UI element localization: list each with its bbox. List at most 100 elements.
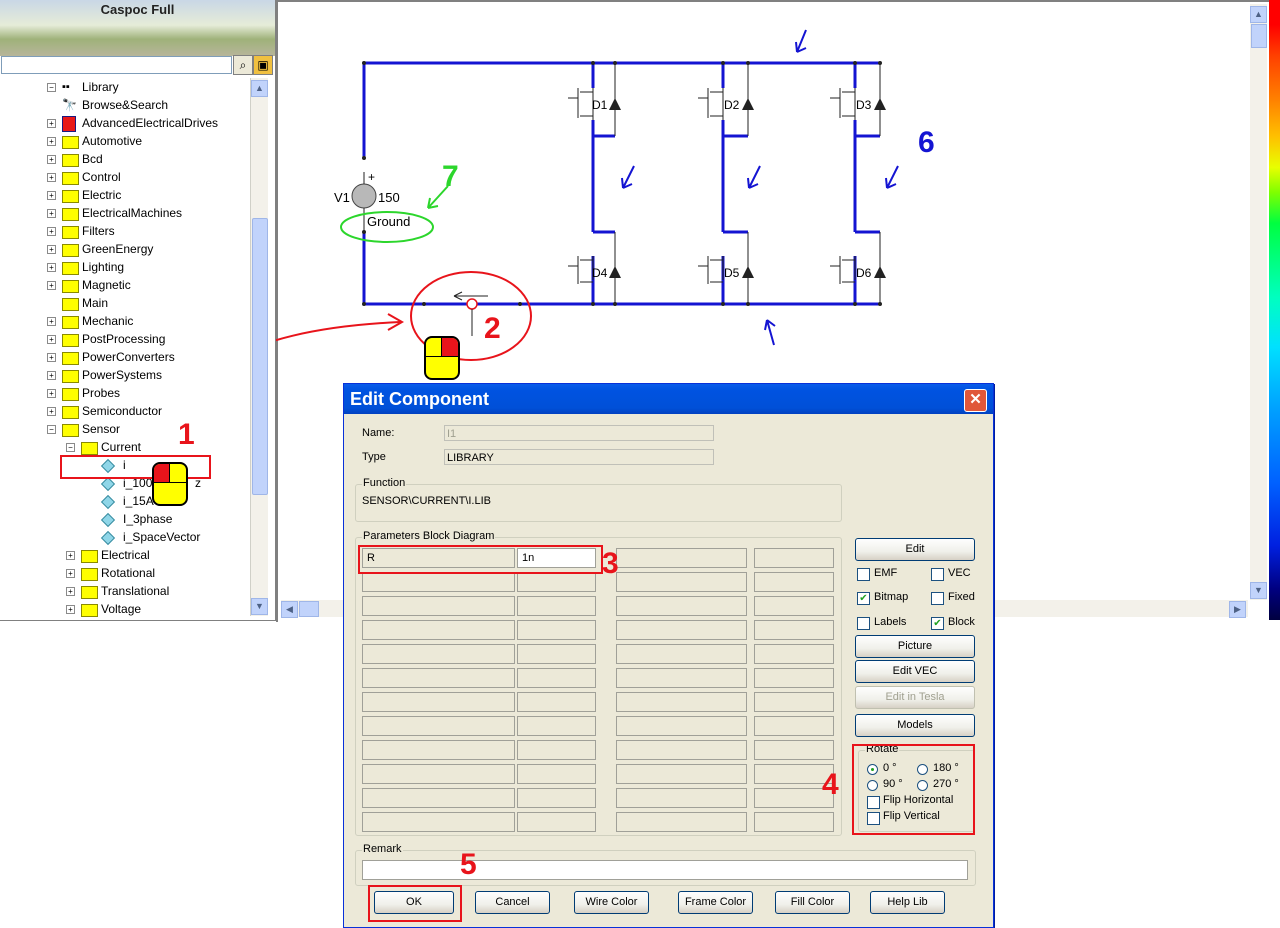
tree-item[interactable]: − ▪▪ Library (0, 78, 250, 96)
param-empty-cell[interactable] (517, 788, 596, 808)
tree-item[interactable]: − Sensor (0, 420, 250, 438)
param-empty-cell[interactable] (754, 740, 834, 760)
vec-checkbox[interactable] (931, 568, 944, 581)
library-search-input[interactable] (1, 56, 232, 74)
tree-item[interactable]: + Magnetic (0, 276, 250, 294)
param-empty-cell[interactable] (754, 668, 834, 688)
expand-toggle-icon[interactable]: − (66, 443, 75, 452)
tree-item[interactable]: I_3phase (0, 510, 250, 528)
scroll-thumb[interactable] (252, 218, 268, 495)
expand-toggle-icon[interactable]: + (66, 605, 75, 614)
param-empty-cell[interactable] (616, 620, 747, 640)
param-empty-cell[interactable] (754, 692, 834, 712)
scroll-down-icon[interactable]: ▼ (251, 598, 268, 615)
param-empty-cell[interactable] (754, 812, 834, 832)
param-empty-cell[interactable] (616, 740, 747, 760)
param-empty-cell[interactable] (362, 572, 515, 592)
tree-item[interactable]: + Probes (0, 384, 250, 402)
param-empty-cell[interactable] (616, 572, 747, 592)
param-empty-cell[interactable] (362, 596, 515, 616)
tree-item[interactable]: + Lighting (0, 258, 250, 276)
param-empty-cell[interactable] (517, 668, 596, 688)
picture-button[interactable]: Picture (855, 635, 975, 658)
expand-toggle-icon[interactable]: + (47, 227, 56, 236)
param-empty-cell[interactable] (362, 692, 515, 712)
param-empty-cell[interactable] (517, 740, 596, 760)
fill-color-button[interactable]: Fill Color (775, 891, 850, 914)
tree-item[interactable]: − Current (0, 438, 250, 456)
tree-item[interactable]: + Bcd (0, 150, 250, 168)
expand-toggle-icon[interactable]: + (47, 371, 56, 380)
tree-item[interactable]: i_15A (0, 492, 250, 510)
help-lib-button[interactable]: Help Lib (870, 891, 945, 914)
expand-toggle-icon[interactable]: + (66, 551, 75, 560)
remark-input[interactable] (362, 860, 968, 880)
tree-scrollbar[interactable]: ▲ ▼ (250, 78, 268, 616)
param-empty-cell[interactable] (362, 620, 515, 640)
expand-toggle-icon[interactable]: + (66, 587, 75, 596)
tree-item[interactable]: + Mechanic (0, 312, 250, 330)
labels-checkbox[interactable] (857, 617, 870, 630)
tree-item[interactable]: + Semiconductor (0, 402, 250, 420)
expand-toggle-icon[interactable]: + (47, 281, 56, 290)
tree-item[interactable]: + GreenEnergy (0, 240, 250, 258)
edit-vec-button[interactable]: Edit VEC (855, 660, 975, 683)
tree-item[interactable]: + Automotive (0, 132, 250, 150)
fixed-checkbox[interactable] (931, 592, 944, 605)
expand-toggle-icon[interactable]: − (47, 425, 56, 434)
param-empty-cell[interactable] (616, 788, 747, 808)
bitmap-checkbox[interactable]: ✔ (857, 592, 870, 605)
tree-item[interactable]: + PowerSystems (0, 366, 250, 384)
param-empty-cell[interactable] (362, 668, 515, 688)
browse-icon[interactable]: ▣ (253, 55, 273, 75)
param-empty-cell[interactable] (616, 692, 747, 712)
tree-item[interactable]: + Control (0, 168, 250, 186)
param-empty-cell[interactable] (517, 644, 596, 664)
search-icon[interactable]: ⌕ (233, 55, 253, 75)
dialog-titlebar[interactable]: Edit Component ✕ (344, 384, 993, 414)
param-empty-cell[interactable] (754, 572, 834, 592)
expand-toggle-icon[interactable]: + (47, 137, 56, 146)
param-empty-cell[interactable] (517, 692, 596, 712)
tree-item[interactable]: 🔭 Browse&Search (0, 96, 250, 114)
param-empty-cell[interactable] (616, 668, 747, 688)
param-empty-cell[interactable] (517, 716, 596, 736)
param-empty-cell[interactable] (517, 812, 596, 832)
expand-toggle-icon[interactable]: + (47, 173, 56, 182)
param-empty-cell[interactable] (362, 740, 515, 760)
close-icon[interactable]: ✕ (964, 389, 987, 412)
tree-item[interactable]: + Filters (0, 222, 250, 240)
tree-item[interactable]: + PostProcessing (0, 330, 250, 348)
param-empty-cell[interactable] (616, 716, 747, 736)
expand-toggle-icon[interactable]: + (47, 245, 56, 254)
param-empty-cell[interactable] (616, 644, 747, 664)
param-empty-cell[interactable] (754, 548, 834, 568)
param-empty-cell[interactable] (362, 716, 515, 736)
tree-item[interactable]: + PowerConverters (0, 348, 250, 366)
tree-item[interactable]: + Rotational (0, 564, 250, 582)
param-empty-cell[interactable] (754, 644, 834, 664)
param-empty-cell[interactable] (517, 764, 596, 784)
expand-toggle-icon[interactable]: + (47, 191, 56, 200)
expand-toggle-icon[interactable]: + (47, 155, 56, 164)
param-empty-cell[interactable] (362, 644, 515, 664)
expand-toggle-icon[interactable]: + (47, 317, 56, 326)
wire-color-button[interactable]: Wire Color (574, 891, 649, 914)
name-field[interactable]: I1 (444, 425, 714, 441)
tree-item[interactable]: + ElectricalMachines (0, 204, 250, 222)
block-checkbox[interactable]: ✔ (931, 617, 944, 630)
tree-item[interactable]: + Electric (0, 186, 250, 204)
expand-toggle-icon[interactable]: + (47, 407, 56, 416)
expand-toggle-icon[interactable]: + (47, 353, 56, 362)
expand-toggle-icon[interactable]: + (47, 209, 56, 218)
tree-item[interactable]: + Electrical (0, 546, 250, 564)
param-empty-cell[interactable] (517, 596, 596, 616)
tree-item[interactable]: Main (0, 294, 250, 312)
expand-toggle-icon[interactable]: + (47, 263, 56, 272)
expand-toggle-icon[interactable]: − (47, 83, 56, 92)
param-empty-cell[interactable] (616, 548, 747, 568)
param-empty-cell[interactable] (754, 716, 834, 736)
scroll-up-icon[interactable]: ▲ (251, 80, 268, 97)
param-empty-cell[interactable] (754, 620, 834, 640)
param-empty-cell[interactable] (616, 764, 747, 784)
